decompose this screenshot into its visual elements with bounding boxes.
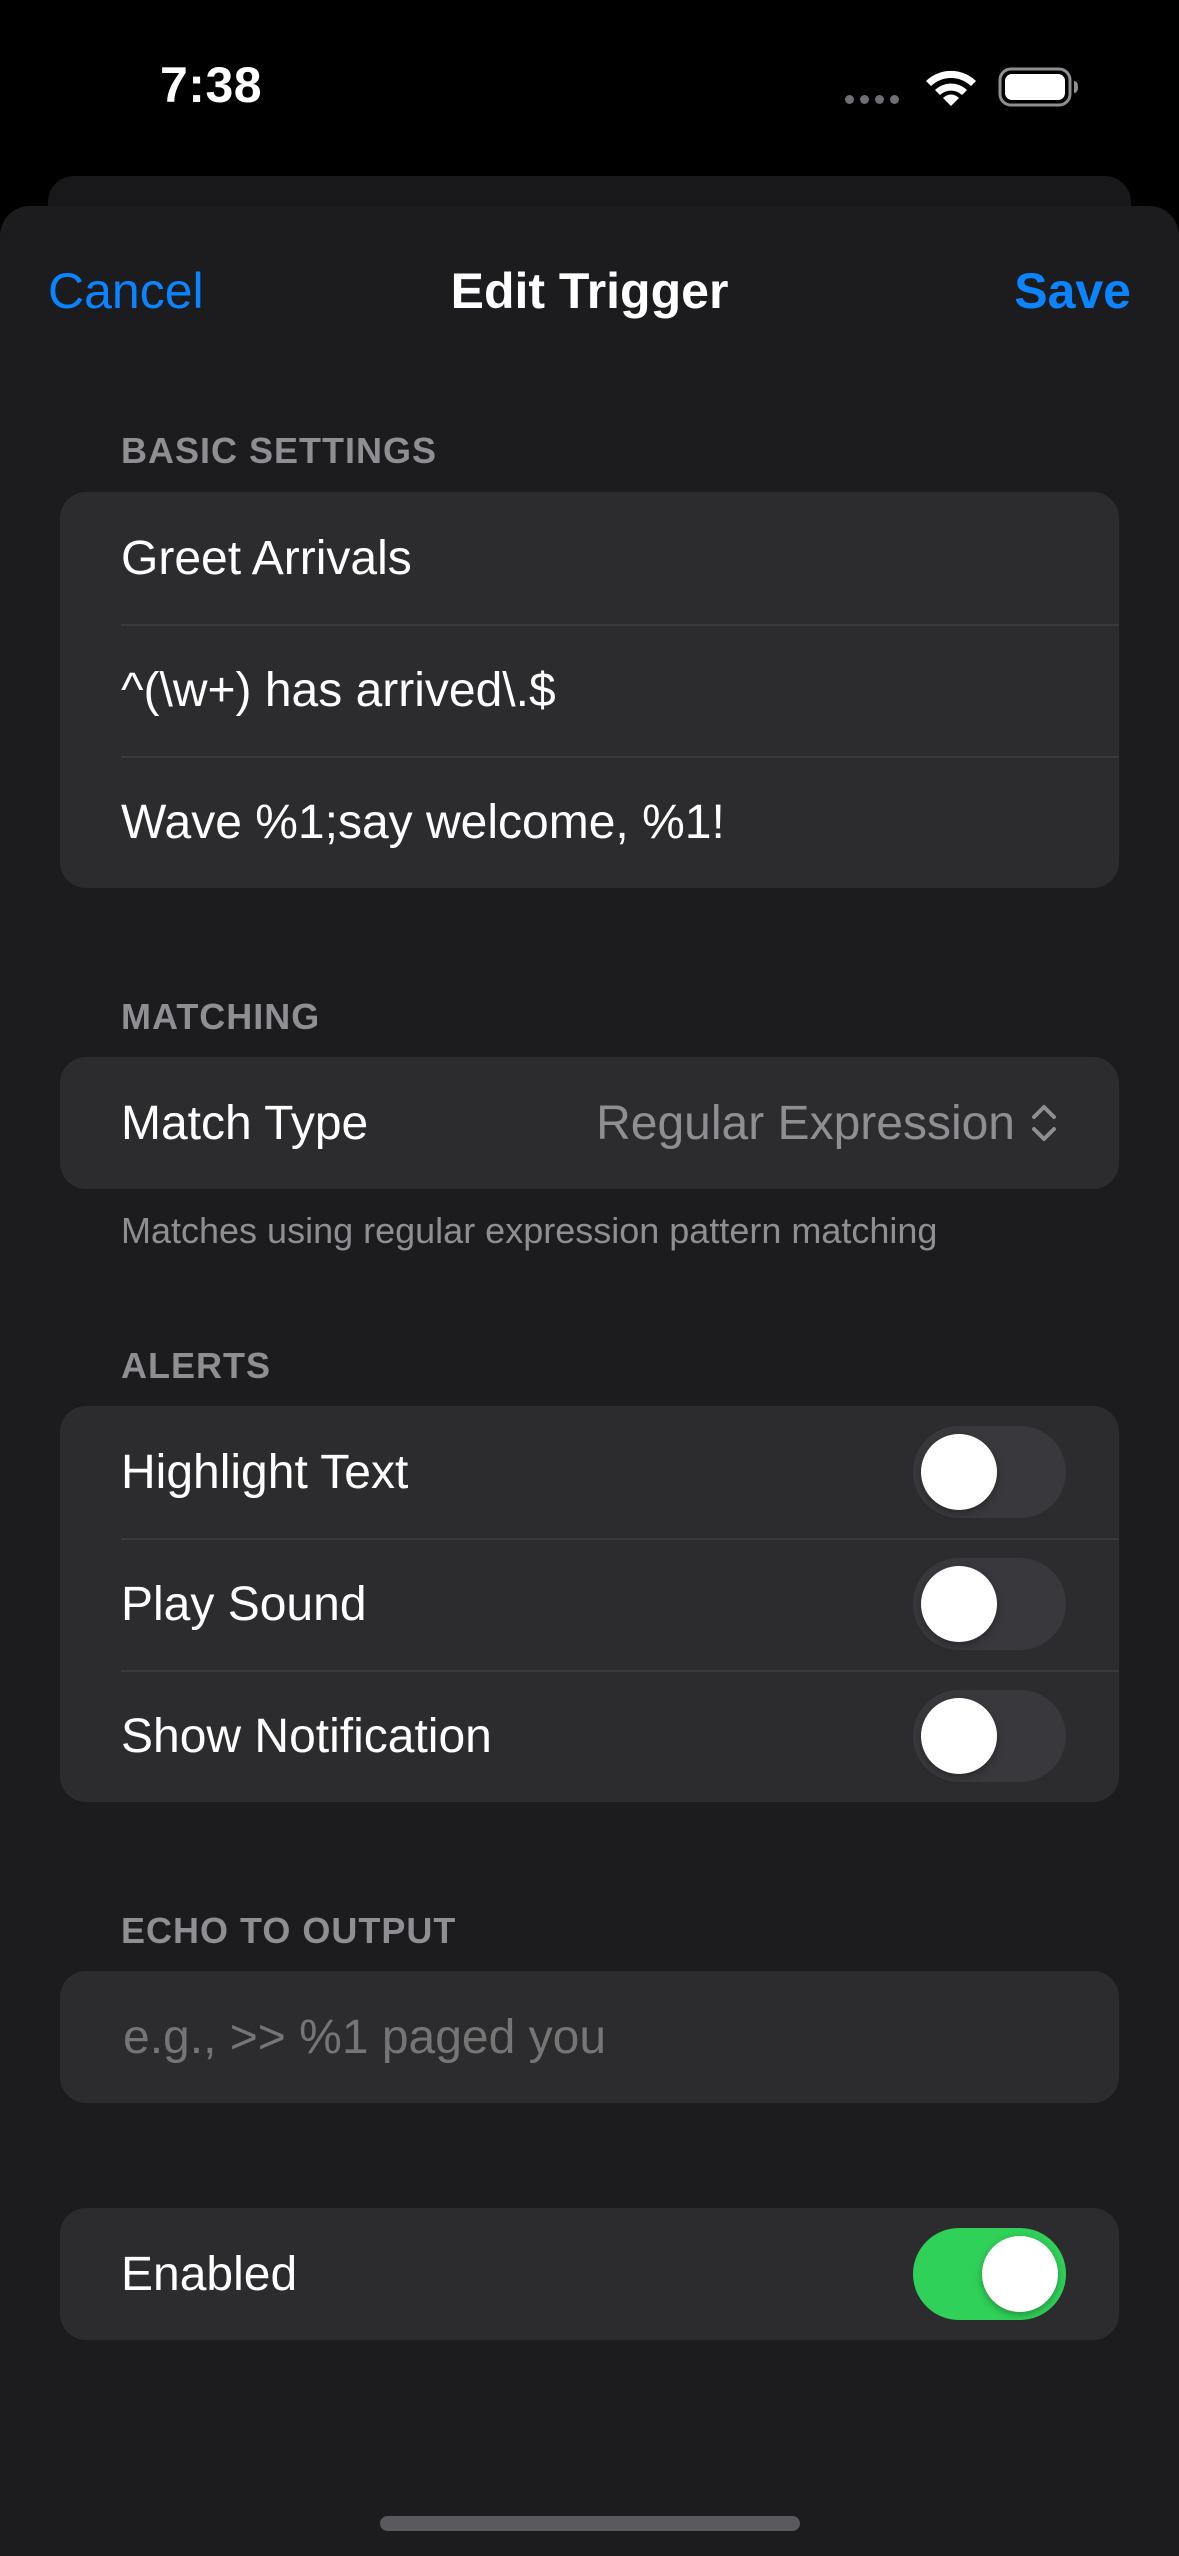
- alert-row-highlight-text: Highlight Text: [60, 1406, 1119, 1538]
- highlight-text-label: Highlight Text: [121, 1445, 409, 1499]
- enabled-group: Enabled: [60, 2208, 1119, 2340]
- cellular-signal-icon: [845, 95, 899, 104]
- status-bar: 7:38: [0, 0, 1179, 170]
- section-header-alerts: ALERTS: [121, 1345, 271, 1386]
- save-button[interactable]: Save: [1014, 262, 1131, 320]
- match-type-value: Regular Expression: [596, 1096, 1015, 1150]
- alert-row-play-sound: Play Sound: [60, 1538, 1119, 1670]
- trigger-command-field[interactable]: Wave %1;say welcome, %1!: [60, 756, 1119, 888]
- basic-settings-group: Greet Arrivals ^(\w+) has arrived\.$ Wav…: [60, 492, 1119, 888]
- wifi-icon: [926, 70, 976, 106]
- echo-group: [60, 1971, 1119, 2103]
- toggle-knob: [921, 1566, 997, 1642]
- echo-output-row: [60, 1971, 1119, 2103]
- show-notification-toggle[interactable]: [913, 1690, 1066, 1782]
- matching-group: Match Type Regular Expression: [60, 1057, 1119, 1189]
- enabled-toggle[interactable]: [913, 2228, 1066, 2320]
- match-type-value-wrap: Regular Expression: [596, 1057, 1059, 1189]
- section-header-basic: BASIC SETTINGS: [121, 430, 438, 471]
- trigger-name-field[interactable]: Greet Arrivals: [60, 492, 1119, 624]
- chevron-up-down-icon: [1032, 1105, 1056, 1141]
- match-type-footer: Matches using regular expression pattern…: [121, 1210, 938, 1251]
- alerts-group: Highlight Text Play Sound Show Notificat…: [60, 1406, 1119, 1802]
- enabled-label: Enabled: [121, 2247, 298, 2301]
- highlight-text-toggle[interactable]: [913, 1426, 1066, 1518]
- play-sound-toggle[interactable]: [913, 1558, 1066, 1650]
- trigger-name-value: Greet Arrivals: [121, 531, 412, 585]
- toggle-knob: [982, 2236, 1058, 2312]
- echo-output-input[interactable]: [121, 2008, 1025, 2066]
- match-type-picker[interactable]: Match Type Regular Expression: [60, 1057, 1119, 1189]
- trigger-command-value: Wave %1;say welcome, %1!: [121, 795, 725, 849]
- enabled-row: Enabled: [60, 2208, 1119, 2340]
- cancel-button[interactable]: Cancel: [48, 262, 204, 320]
- home-indicator: [380, 2516, 800, 2531]
- toggle-knob: [921, 1434, 997, 1510]
- match-type-label: Match Type: [121, 1096, 369, 1150]
- status-time: 7:38: [160, 57, 263, 113]
- alert-row-show-notification: Show Notification: [60, 1670, 1119, 1802]
- toggle-knob: [921, 1698, 997, 1774]
- trigger-pattern-field[interactable]: ^(\w+) has arrived\.$: [60, 624, 1119, 756]
- trigger-pattern-value: ^(\w+) has arrived\.$: [121, 663, 556, 717]
- play-sound-label: Play Sound: [121, 1577, 367, 1631]
- show-notification-label: Show Notification: [121, 1709, 492, 1763]
- section-header-matching: MATCHING: [121, 996, 321, 1037]
- section-header-echo: ECHO TO OUTPUT: [121, 1910, 457, 1951]
- battery-icon: [998, 67, 1078, 107]
